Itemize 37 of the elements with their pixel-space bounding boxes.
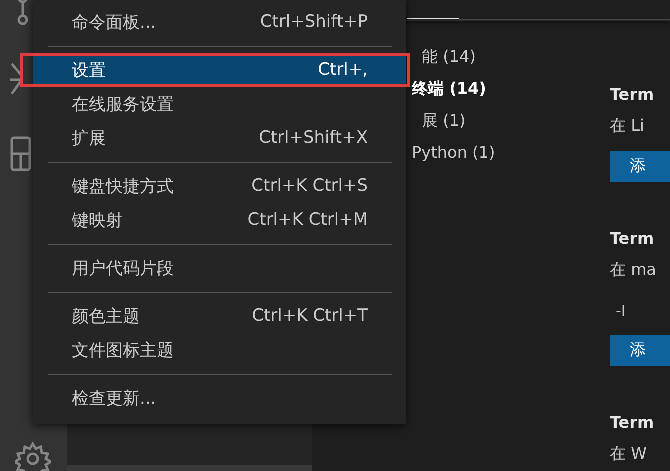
menu-item[interactable]: 用户代码片段 (33, 251, 406, 285)
menu-item-label: 用户代码片段 (72, 258, 174, 280)
add-button[interactable]: 添 (610, 151, 670, 182)
setting-title: Term (610, 228, 654, 250)
menu-item-label: 检查更新... (72, 388, 156, 410)
setting-value: -I (616, 301, 626, 321)
menu-item[interactable]: 在线服务设置 (33, 87, 406, 121)
settings-icon[interactable] (15, 441, 51, 471)
tab-indicator (407, 18, 459, 19)
menu-item[interactable]: 键盘快捷方式 Ctrl+K Ctrl+S (33, 169, 406, 203)
menu-item-label: 颜色主题 (72, 306, 140, 328)
menu-item-label: 设置 (72, 60, 106, 82)
menu-item-label: 在线服务设置 (72, 94, 174, 116)
menu-item-label: 命令面板... (72, 12, 156, 34)
add-button[interactable]: 添 (610, 335, 670, 366)
setting-title: Term (610, 84, 654, 106)
menu-item-label: 键盘快捷方式 (72, 176, 174, 198)
shortcut-label: Ctrl+Shift+P (260, 12, 368, 32)
menu-item[interactable]: 键映射 Ctrl+K Ctrl+M (33, 203, 406, 237)
shortcut-label: Ctrl+Shift+X (258, 128, 368, 148)
menu-item-label: 扩展 (72, 128, 106, 150)
shortcut-label: Ctrl+, (318, 60, 368, 80)
menu-item[interactable]: 文件图标主题 (33, 333, 406, 367)
menu-item[interactable]: 检查更新... (33, 381, 406, 415)
setting-title: Term (610, 412, 654, 434)
shortcut-label: Ctrl+K Ctrl+M (248, 210, 368, 230)
extensions-icon[interactable] (10, 136, 32, 172)
menu-item-label: 键映射 (72, 210, 123, 232)
shortcut-label: Ctrl+K Ctrl+S (252, 176, 368, 196)
shortcut-label: Ctrl+K Ctrl+T (252, 306, 368, 326)
menu-item[interactable]: 扩展 Ctrl+Shift+X (33, 121, 406, 155)
setting-description: 在 W (610, 443, 647, 465)
menu-item[interactable]: 颜色主题 Ctrl+K Ctrl+T (33, 299, 406, 333)
setting-description: 在 Li (610, 115, 644, 137)
setting-description: 在 ma (610, 259, 656, 281)
menu-item-label: 文件图标主题 (72, 340, 174, 362)
menu-item[interactable]: 命令面板... Ctrl+Shift+P (33, 5, 406, 39)
